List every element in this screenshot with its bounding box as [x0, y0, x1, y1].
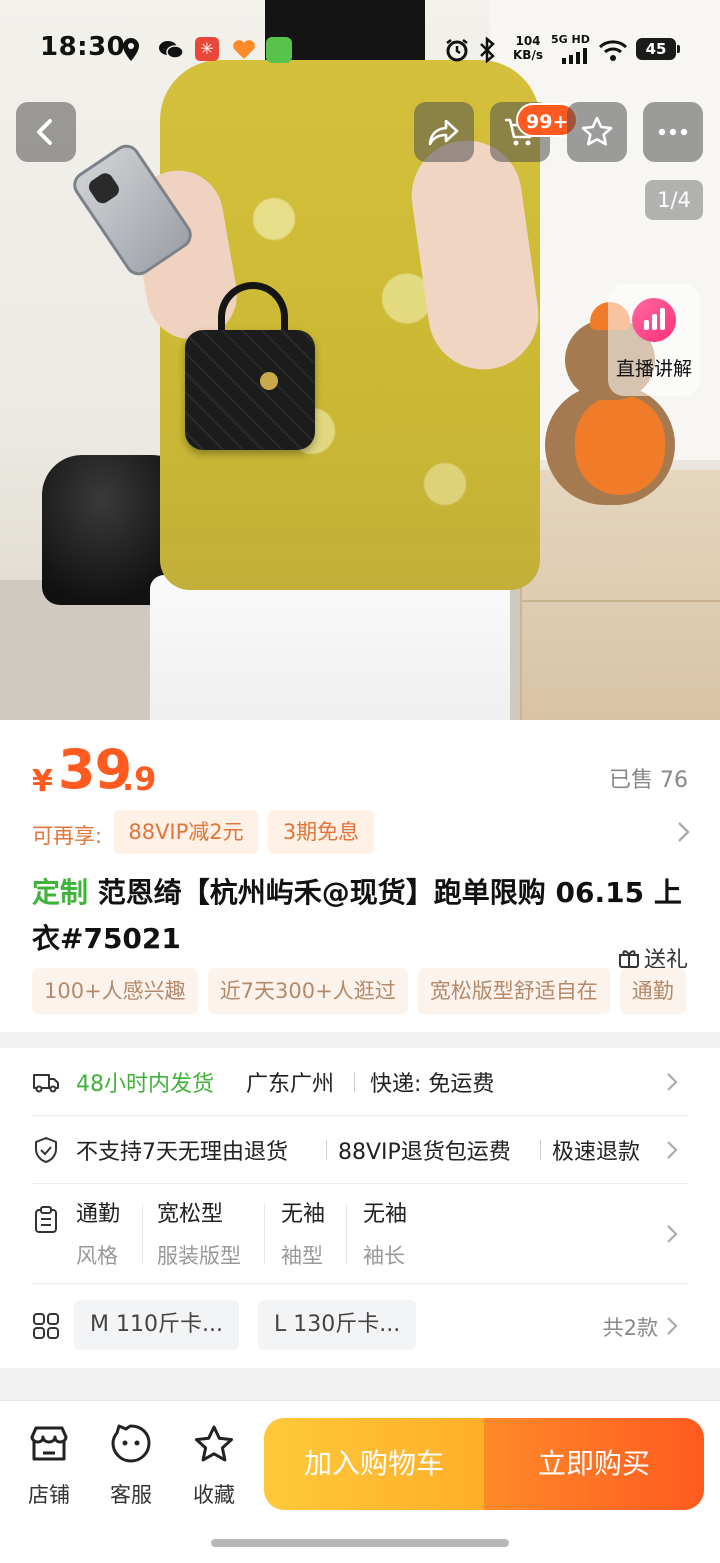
collect-button[interactable]: 收藏	[179, 1423, 249, 1509]
highlight-chip: 宽松版型舒适自在	[417, 968, 610, 1014]
product-details-card: 48小时内发货 广东广州 快递: 免运费 不支持7天无理由退货 88VIP退货包…	[0, 1048, 720, 1368]
promo-row[interactable]: 可再享: 88VIP减2元 3期免息	[32, 810, 692, 856]
back-icon	[37, 119, 52, 145]
live-icon	[632, 298, 676, 342]
photo-cabinet-line	[520, 600, 720, 602]
buy-now-button[interactable]: 立即购买	[484, 1418, 704, 1510]
signal-icon	[562, 48, 587, 64]
attributes-row[interactable]: 通勤 风格 宽松型 服装版型 无袖 袖型 无袖 袖长	[32, 1184, 688, 1284]
shop-label: 店铺	[28, 1483, 70, 1507]
highlight-chip: 通勤	[619, 968, 686, 1014]
promo-tag: 88VIP减2元	[114, 810, 258, 854]
product-info-card: ¥ 39 .9 已售 76 可再享: 88VIP减2元 3期免息 定制 范恩绮【…	[0, 720, 720, 1032]
attribute-fit: 宽松型 服装版型	[157, 1202, 241, 1268]
product-title: 定制 范恩绮【杭州屿禾@现货】跑单限购 06.15 上衣#75021	[32, 870, 692, 962]
photo-handbag	[185, 330, 315, 450]
promo-tag: 3期免息	[268, 810, 374, 854]
shop-button[interactable]: 店铺	[14, 1423, 84, 1509]
service-item: 极速退款	[552, 1140, 641, 1165]
more-button[interactable]	[643, 102, 703, 162]
attribute-style: 通勤 风格	[76, 1202, 121, 1268]
truck-icon	[33, 1074, 59, 1093]
status-bar: 18:30 ✳ 104 KB/s 5G HD 45	[0, 28, 720, 72]
gift-icon	[618, 950, 639, 968]
highlight-chip: 近7天300+人逛过	[207, 968, 408, 1014]
chevron-right-icon	[667, 1317, 678, 1335]
app-notification-icon	[233, 40, 255, 59]
promo-lead: 可再享:	[32, 824, 103, 848]
more-icon	[658, 128, 688, 136]
price-currency: ¥	[32, 764, 53, 799]
battery-icon: 45	[636, 38, 680, 60]
chevron-right-icon	[667, 1225, 678, 1243]
shipping-time: 48小时内发货	[76, 1072, 214, 1097]
live-explain-button[interactable]: 直播讲解	[608, 284, 700, 396]
sold-count: 已售 76	[609, 768, 688, 793]
share-icon	[428, 119, 459, 146]
attribute-sleeve-length: 无袖 袖长	[363, 1202, 408, 1268]
service-item: 88VIP退货包运费	[338, 1140, 511, 1165]
favorite-button[interactable]	[567, 102, 627, 162]
chevron-right-icon	[667, 1073, 678, 1091]
shipping-row[interactable]: 48小时内发货 广东广州 快递: 免运费	[32, 1048, 688, 1116]
home-indicator[interactable]	[211, 1539, 509, 1547]
highlight-chip: 100+人感兴趣	[32, 968, 198, 1014]
sku-count: 共2款	[602, 1316, 658, 1340]
app-notification-icon	[266, 37, 292, 63]
sku-option[interactable]: L 130斤卡...	[258, 1300, 417, 1350]
back-button[interactable]	[16, 102, 76, 162]
add-to-cart-button[interactable]: 加入购物车	[264, 1418, 484, 1510]
shield-icon	[35, 1137, 57, 1163]
highlight-chips: 100+人感兴趣 近7天300+人逛过 宽松版型舒适自在 通勤	[32, 968, 720, 1014]
collect-label: 收藏	[193, 1483, 235, 1507]
photo-bag-clasp	[260, 372, 278, 390]
clipboard-icon	[35, 1206, 57, 1233]
wechat-icon	[159, 41, 184, 59]
service-icon	[111, 1424, 151, 1463]
ship-from: 广东广州	[246, 1072, 335, 1097]
star-icon	[581, 116, 613, 146]
location-icon	[123, 38, 139, 61]
service-row[interactable]: 不支持7天无理由退货 88VIP退货包运费 极速退款	[32, 1116, 688, 1184]
live-explain-label: 直播讲解	[615, 358, 692, 380]
alarm-icon	[446, 39, 468, 62]
service-label: 客服	[110, 1483, 152, 1507]
star-icon	[195, 1425, 233, 1462]
chevron-right-icon	[678, 822, 690, 842]
title-tag: 定制	[32, 876, 89, 909]
sku-row[interactable]: M 110斤卡... L 130斤卡... 共2款	[32, 1284, 688, 1368]
purchase-buttons: 加入购物车 立即购买	[264, 1418, 704, 1510]
status-time: 18:30	[40, 32, 126, 62]
price-integer: 39	[58, 738, 132, 801]
share-button[interactable]	[414, 102, 474, 162]
grid-icon	[33, 1313, 59, 1339]
sku-option[interactable]: M 110斤卡...	[74, 1300, 239, 1350]
shop-icon	[30, 1426, 68, 1461]
customer-service-button[interactable]: 客服	[96, 1423, 166, 1509]
photo-white-skirt	[150, 575, 510, 720]
attribute-sleeve-type: 无袖 袖型	[281, 1202, 326, 1268]
bottom-action-bar: 店铺 客服 收藏 加入购物车 立即购买	[0, 1400, 720, 1563]
network-speed: 104 KB/s	[513, 34, 543, 62]
price-decimal: .9	[122, 760, 157, 798]
app-notification-icon: ✳	[195, 37, 219, 61]
wifi-icon	[598, 40, 628, 61]
delivery-info: 快递: 免运费	[370, 1072, 495, 1097]
bluetooth-icon	[480, 37, 495, 63]
title-text: 范恩绮【杭州屿禾@现货】跑单限购 06.15 上衣#75021	[32, 876, 682, 955]
service-item: 不支持7天无理由退货	[76, 1140, 288, 1165]
network-type: 5G HD	[551, 33, 590, 46]
chevron-right-icon	[667, 1141, 678, 1159]
gallery-page-indicator: 1/4	[645, 180, 703, 220]
